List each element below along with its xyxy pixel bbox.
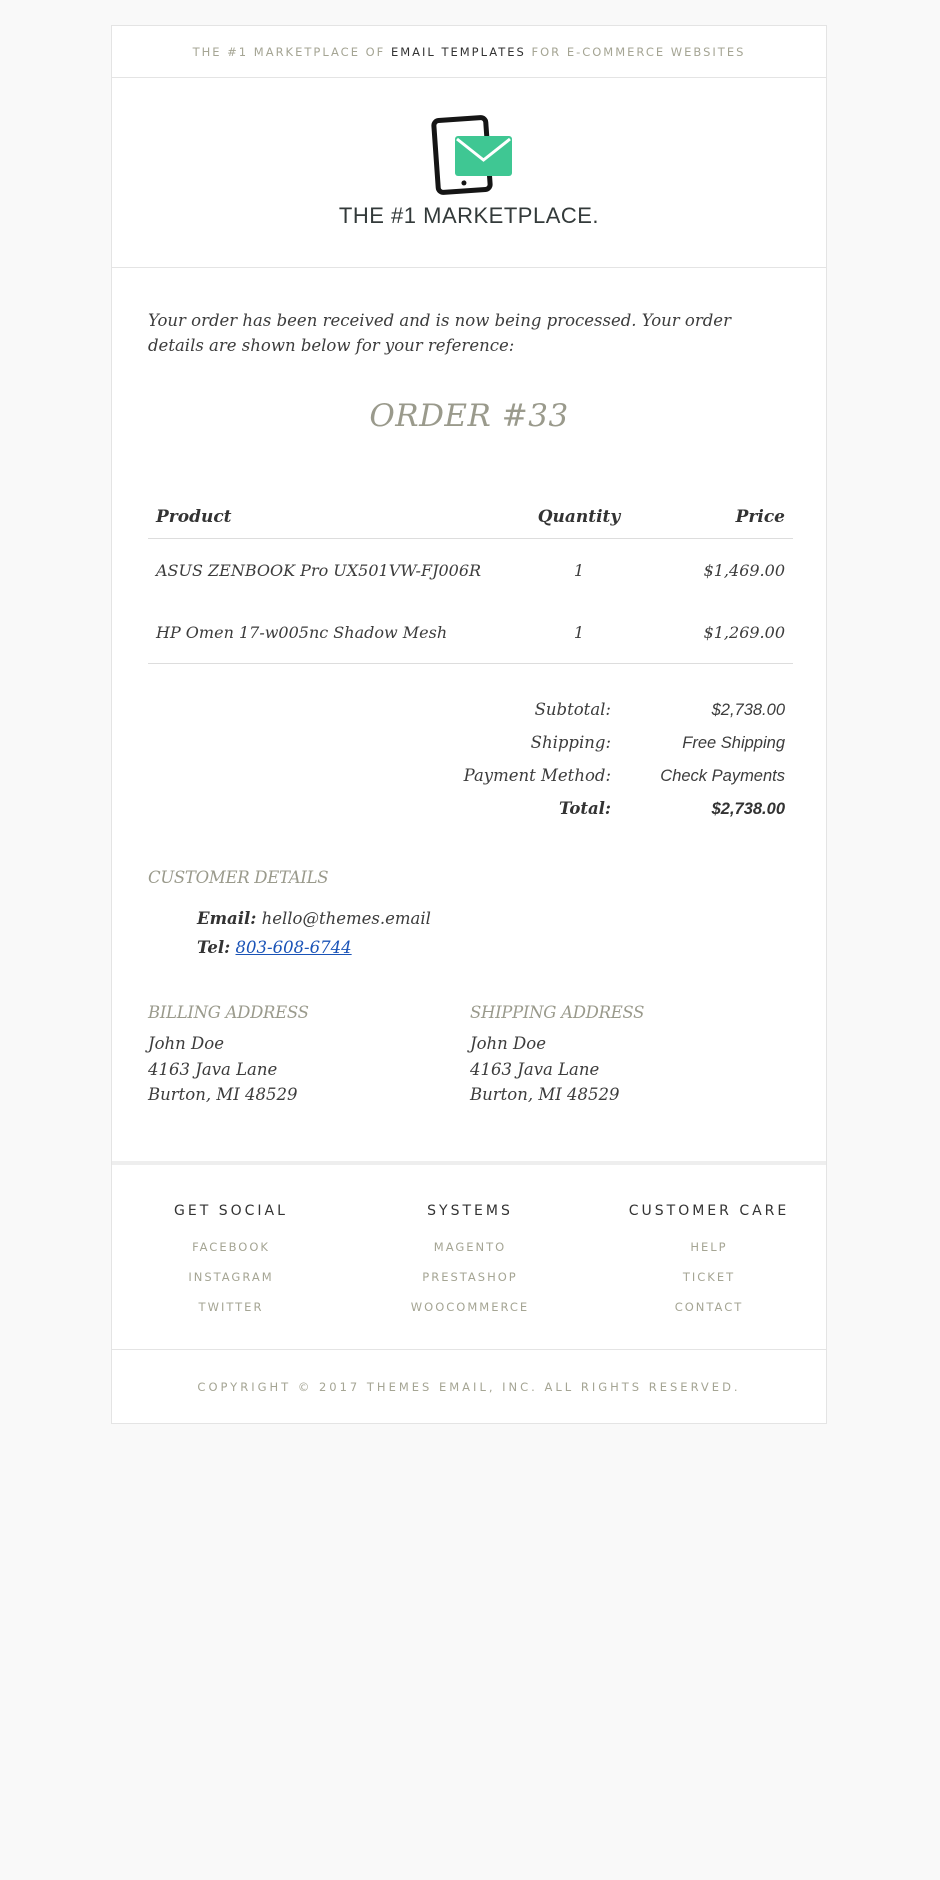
subtotal-value: $2,738.00 [711, 701, 785, 719]
payment-method-label: Payment Method: [463, 766, 611, 785]
shipping-row: Shipping: Free Shipping [148, 727, 793, 760]
footer-link-contact[interactable]: CONTACT [609, 1292, 809, 1322]
payment-method-value: Check Payments [660, 767, 785, 785]
billing-street: 4163 Java Lane [148, 1059, 278, 1079]
billing-address-heading: BILLING ADDRESS [148, 1003, 309, 1022]
footer-column-systems: SYSTEMS MAGENTO PRESTASHOP WOOCOMMERCE [370, 1203, 570, 1322]
customer-email: Email: hello@themes.email [197, 909, 431, 928]
order-totals: Subtotal: $2,738.00 Shipping: Free Shipp… [148, 694, 793, 826]
footer-link-magento[interactable]: MAGENTO [370, 1232, 570, 1262]
shipping-street: 4163 Java Lane [470, 1059, 600, 1079]
email-label: Email: [197, 909, 257, 928]
shipping-address-heading: SHIPPING ADDRESS [470, 1003, 645, 1022]
footer-link-facebook[interactable]: FACEBOOK [131, 1232, 331, 1262]
footer-link-ticket[interactable]: TICKET [609, 1262, 809, 1292]
order-title: ORDER #33 [369, 398, 569, 434]
header-price: Price [647, 496, 793, 539]
item-product: ASUS ZENBOOK Pro UX501VW-FJ006R [156, 560, 482, 580]
footer-link-twitter[interactable]: TWITTER [131, 1292, 331, 1322]
footer-column-title: CUSTOMER CARE [628, 1203, 790, 1219]
tagline-strong: EMAIL TEMPLATES [390, 45, 526, 59]
brand-name: THE #1 MARKETPLACE. [338, 203, 600, 228]
header-product: Product [148, 496, 511, 539]
total-value: $2,738.00 [711, 800, 785, 818]
logo-icon [431, 115, 512, 195]
tel-link[interactable]: 803-608-6744 [236, 938, 352, 957]
billing-name: John Doe [148, 1034, 224, 1053]
footer-links: GET SOCIAL FACEBOOK INSTAGRAM TWITTER SY… [112, 1161, 826, 1350]
footer-column-customer-care: CUSTOMER CARE HELP TICKET CONTACT [609, 1203, 809, 1322]
customer-details-heading: CUSTOMER DETAILS [148, 868, 329, 887]
tel-label: Tel: [197, 938, 231, 957]
footer-column-title: GET SOCIAL [174, 1203, 288, 1219]
tagline-post: FOR E-COMMERCE WEBSITES [531, 45, 746, 59]
order-items-table: Product Quantity Price ASUS ZENBOOK Pro … [148, 496, 793, 664]
footer-link-woocommerce[interactable]: WOOCOMMERCE [370, 1292, 570, 1322]
item-quantity: 1 [573, 560, 585, 580]
shipping-value: Free Shipping [682, 734, 785, 752]
payment-method-row: Payment Method: Check Payments [148, 760, 793, 793]
total-row: Total: $2,738.00 [148, 793, 793, 826]
subtotal-label: Subtotal: [534, 700, 611, 719]
item-product: HP Omen 17-w005nc Shadow Mesh [148, 601, 511, 664]
header-quantity: Quantity [511, 496, 647, 539]
total-label: Total: [558, 799, 611, 818]
copyright: COPYRIGHT © 2017 THEMES EMAIL, INC. ALL … [197, 1380, 741, 1394]
top-tagline: THE #1 MARKETPLACE OF EMAIL TEMPLATES FO… [112, 26, 826, 78]
item-price: $1,469.00 [703, 560, 785, 580]
order-content: Your order has been received and is now … [112, 268, 826, 1161]
billing-city: Burton, MI 48529 [148, 1085, 298, 1104]
footer-link-help[interactable]: HELP [609, 1232, 809, 1262]
tagline-pre: THE #1 MARKETPLACE OF [192, 45, 386, 59]
table-row: HP Omen 17-w005nc Shadow Mesh 1 $1,269.0… [148, 601, 793, 664]
email-value: hello@themes.email [261, 909, 431, 928]
subtotal-row: Subtotal: $2,738.00 [148, 694, 793, 727]
table-row: ASUS ZENBOOK Pro UX501VW-FJ006R 1 $1,469… [148, 539, 793, 602]
footer-column-title: SYSTEMS [427, 1203, 513, 1219]
shipping-city: Burton, MI 48529 [470, 1085, 620, 1104]
shipping-name: John Doe [470, 1034, 546, 1053]
footer-link-instagram[interactable]: INSTAGRAM [131, 1262, 331, 1292]
customer-tel: Tel: 803-608-6744 [197, 938, 352, 957]
shipping-address: John Doe 4163 Java Lane Burton, MI 48529 [470, 1031, 619, 1108]
billing-address: John Doe 4163 Java Lane Burton, MI 48529 [148, 1031, 297, 1108]
item-price: $1,269.00 [647, 601, 793, 664]
footer-link-prestashop[interactable]: PRESTASHOP [370, 1262, 570, 1292]
email-header: THE #1 MARKETPLACE. [112, 78, 826, 268]
table-header-row: Product Quantity Price [148, 496, 793, 539]
item-quantity: 1 [511, 601, 647, 664]
footer-column-social: GET SOCIAL FACEBOOK INSTAGRAM TWITTER [131, 1203, 331, 1322]
shipping-label: Shipping: [530, 733, 611, 752]
email-container: THE #1 MARKETPLACE OF EMAIL TEMPLATES FO… [111, 25, 827, 1424]
intro-text: Your order has been received and is now … [148, 311, 731, 355]
